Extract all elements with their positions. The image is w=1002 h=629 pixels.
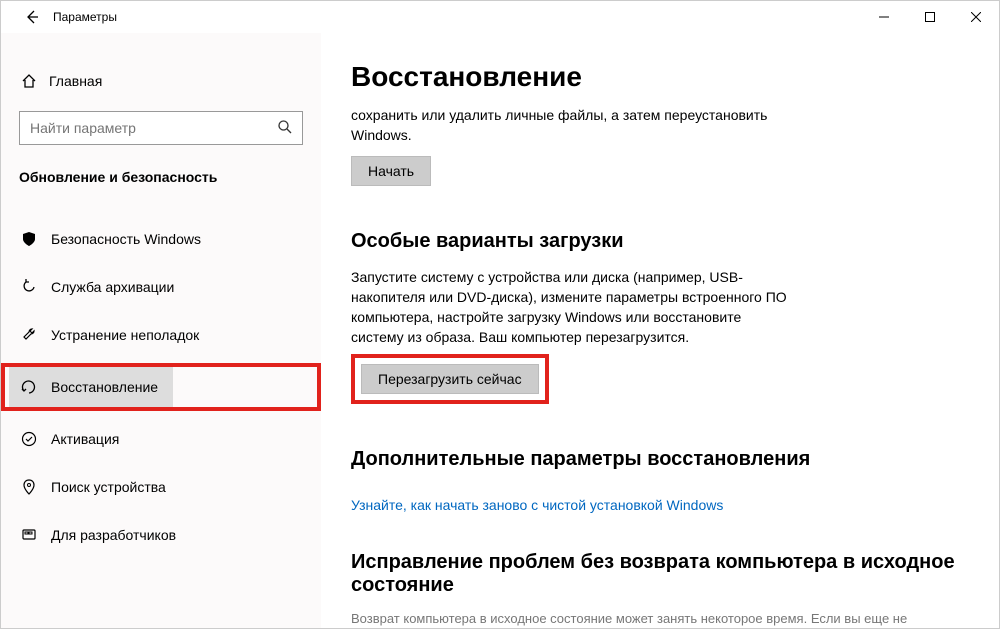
home-button[interactable]: Главная — [1, 61, 321, 101]
sidebar-item-label: Поиск устройства — [51, 479, 166, 495]
back-arrow-icon — [24, 9, 40, 25]
more-recovery-heading: Дополнительные параметры восстановления — [351, 448, 959, 471]
sidebar-item-label: Безопасность Windows — [51, 231, 201, 247]
sidebar-item-activation[interactable]: Активация — [1, 419, 321, 459]
sidebar-item-label: Устранение неполадок — [51, 327, 199, 343]
sidebar-item-recovery-highlight: Восстановление — [1, 363, 321, 411]
minimize-button[interactable] — [861, 1, 907, 33]
home-label: Главная — [49, 73, 102, 89]
sidebar-item-developers[interactable]: Для разработчиков — [1, 515, 321, 555]
shield-icon — [21, 231, 51, 247]
restart-now-button[interactable]: Перезагрузить сейчас — [361, 364, 539, 394]
backup-icon — [21, 279, 51, 295]
home-icon — [21, 73, 49, 89]
sidebar-item-label: Восстановление — [51, 379, 158, 395]
check-circle-icon — [21, 431, 51, 447]
sidebar-item-label: Активация — [51, 431, 119, 447]
troubleshoot-text: Возврат компьютера в исходное состояние … — [351, 611, 959, 626]
sidebar-item-label: Служба архивации — [51, 279, 174, 295]
search-icon — [277, 119, 293, 135]
reset-description: сохранить или удалить личные файлы, а за… — [351, 105, 791, 146]
titlebar: Параметры — [1, 1, 999, 33]
close-icon — [971, 12, 981, 22]
sidebar-item-backup[interactable]: Служба архивации — [1, 267, 321, 307]
advanced-startup-heading: Особые варианты загрузки — [351, 230, 959, 253]
sidebar-item-label: Для разработчиков — [51, 527, 176, 543]
developer-icon — [21, 527, 51, 543]
content-area: Восстановление сохранить или удалить лич… — [321, 33, 999, 628]
maximize-button[interactable] — [907, 1, 953, 33]
sidebar-item-recovery[interactable]: Восстановление — [9, 367, 173, 407]
close-button[interactable] — [953, 1, 999, 33]
sidebar: Главная Обновление и безопасность Безопа… — [1, 33, 321, 628]
minimize-icon — [879, 12, 889, 22]
recovery-icon — [21, 379, 51, 395]
maximize-icon — [925, 12, 935, 22]
sidebar-item-find-device[interactable]: Поиск устройства — [1, 467, 321, 507]
page-title: Восстановление — [351, 61, 959, 93]
sidebar-section-title: Обновление и безопасность — [1, 169, 321, 185]
wrench-icon — [21, 327, 51, 343]
sidebar-item-security[interactable]: Безопасность Windows — [1, 219, 321, 259]
search-input[interactable] — [19, 111, 303, 145]
advanced-startup-description: Запустите систему с устройства или диска… — [351, 267, 791, 348]
sidebar-item-troubleshoot[interactable]: Устранение неполадок — [1, 315, 321, 355]
window-title: Параметры — [53, 10, 117, 24]
fresh-start-link[interactable]: Узнайте, как начать заново с чистой уста… — [351, 497, 723, 513]
restart-now-highlight: Перезагрузить сейчас — [351, 354, 549, 404]
reset-start-button[interactable]: Начать — [351, 156, 431, 186]
back-button[interactable] — [17, 9, 47, 25]
troubleshoot-heading: Исправление проблем без возврата компьют… — [351, 551, 959, 597]
location-icon — [21, 479, 51, 495]
